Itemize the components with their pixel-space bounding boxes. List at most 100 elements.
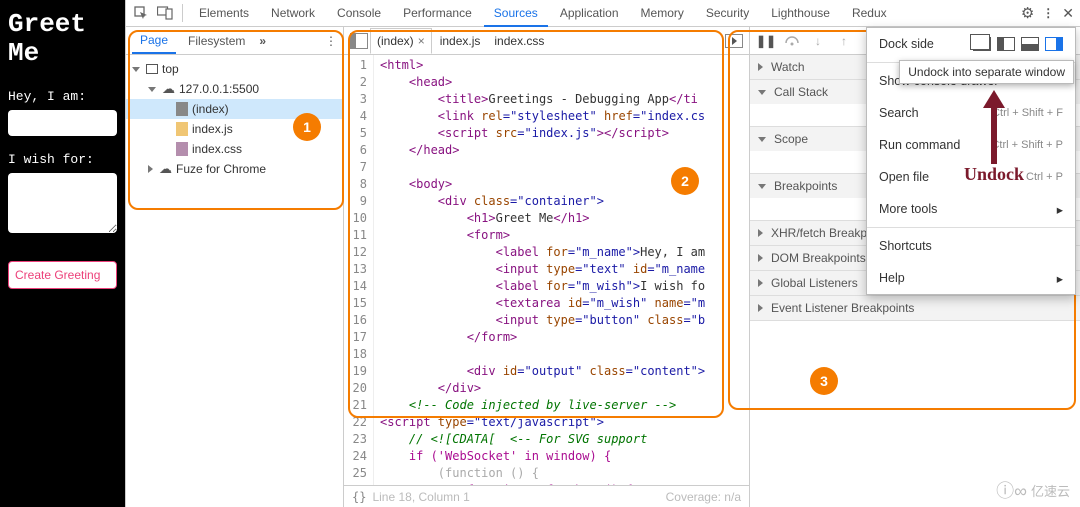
submenu-arrow-icon: ▸ bbox=[1057, 271, 1063, 286]
editor-tab-indexcss[interactable]: index.css bbox=[488, 29, 550, 53]
app-title: Greet Me bbox=[8, 10, 117, 67]
tab-sources[interactable]: Sources bbox=[484, 0, 548, 27]
tree-file-label: index.css bbox=[192, 142, 242, 156]
sources-navigator: Page Filesystem » ⋮ top ☁ 127.0.0.1:5500 bbox=[126, 27, 344, 507]
menu-label: Open file bbox=[879, 170, 929, 184]
tree-file-label: (index) bbox=[192, 102, 229, 116]
undock-annotation: Undock bbox=[964, 90, 1024, 185]
section-label: Watch bbox=[771, 60, 805, 74]
coverage-status: Coverage: n/a bbox=[666, 490, 741, 504]
toggle-navigator-icon[interactable] bbox=[350, 33, 368, 49]
step-over-icon[interactable] bbox=[784, 33, 800, 49]
dock-left-button[interactable] bbox=[997, 37, 1015, 51]
watermark-icon: ⓘ∞ bbox=[996, 477, 1027, 503]
cloud-icon: ☁ bbox=[162, 81, 175, 97]
navigator-subtabs: Page Filesystem » ⋮ bbox=[126, 27, 343, 55]
gutter: 1234567891011121314151617181920212223242… bbox=[344, 55, 374, 485]
editor-tab-indexjs[interactable]: index.js bbox=[434, 29, 487, 53]
create-greeting-button[interactable]: Create Greeting bbox=[8, 261, 117, 289]
tab-performance[interactable]: Performance bbox=[393, 0, 482, 26]
menu-shortcut: Ctrl + P bbox=[1026, 171, 1063, 183]
section-label: DOM Breakpoints bbox=[771, 251, 866, 265]
subtab-page[interactable]: Page bbox=[132, 27, 176, 54]
section-label: Call Stack bbox=[774, 85, 828, 99]
kebab-menu-icon[interactable]: ⋮ bbox=[1042, 6, 1054, 20]
dock-bottom-button[interactable] bbox=[1021, 37, 1039, 51]
menu-shortcuts[interactable]: Shortcuts bbox=[867, 230, 1075, 262]
tree-file-indexcss[interactable]: index.css bbox=[126, 139, 343, 159]
dock-side-row: Dock side bbox=[867, 28, 1075, 60]
watermark-text: 亿速云 bbox=[1031, 481, 1070, 500]
name-input[interactable] bbox=[8, 110, 117, 136]
wish-textarea[interactable] bbox=[8, 173, 117, 233]
devtools-tabstrip: Elements Network Console Performance Sou… bbox=[126, 0, 1080, 27]
label-wish: I wish for: bbox=[8, 152, 117, 167]
close-devtools-icon[interactable]: ✕ bbox=[1062, 5, 1074, 22]
tree-origin-label: 127.0.0.1:5500 bbox=[179, 82, 259, 96]
tab-application[interactable]: Application bbox=[550, 0, 629, 26]
tree-top-label: top bbox=[162, 62, 179, 76]
tab-lighthouse[interactable]: Lighthouse bbox=[761, 0, 840, 26]
cursor-position: Line 18, Column 1 bbox=[372, 490, 469, 504]
section-label: Event Listener Breakpoints bbox=[771, 301, 914, 315]
editor-statusbar: {} Line 18, Column 1 Coverage: n/a bbox=[344, 485, 749, 507]
inspect-element-icon[interactable] bbox=[130, 2, 152, 24]
tree-extension-label: Fuze for Chrome bbox=[176, 162, 266, 176]
submenu-arrow-icon: ▸ bbox=[1057, 202, 1063, 217]
dock-undock-button[interactable] bbox=[973, 37, 991, 51]
code-editor[interactable]: 1234567891011121314151617181920212223242… bbox=[344, 55, 749, 485]
annotation-badge-3: 3 bbox=[810, 367, 838, 395]
section-label: Scope bbox=[774, 132, 808, 146]
navigator-kebab-icon[interactable]: ⋮ bbox=[325, 34, 337, 48]
tree-extension[interactable]: ☁ Fuze for Chrome bbox=[126, 159, 343, 179]
step-out-icon[interactable]: ↑ bbox=[836, 33, 852, 49]
undock-annotation-text: Undock bbox=[964, 164, 1024, 185]
menu-label: More tools bbox=[879, 202, 937, 216]
menu-label: Help bbox=[879, 271, 905, 285]
tree-top-frame[interactable]: top bbox=[126, 59, 343, 79]
tab-elements[interactable]: Elements bbox=[189, 0, 259, 26]
close-tab-icon[interactable]: × bbox=[418, 34, 425, 48]
menu-label: Search bbox=[879, 106, 919, 120]
arrow-up-icon bbox=[983, 90, 1005, 108]
gear-icon[interactable]: ⚙ bbox=[1021, 4, 1034, 22]
section-label: Breakpoints bbox=[774, 179, 837, 193]
menu-more-tools[interactable]: More tools ▸ bbox=[867, 193, 1075, 225]
dock-right-button[interactable] bbox=[1045, 37, 1063, 51]
tab-security[interactable]: Security bbox=[696, 0, 759, 26]
more-subtabs-icon[interactable]: » bbox=[259, 34, 266, 48]
annotation-badge-2: 2 bbox=[671, 167, 699, 195]
file-tree: top ☁ 127.0.0.1:5500 (index) index.js bbox=[126, 55, 343, 507]
watermark: ⓘ∞ 亿速云 bbox=[996, 477, 1070, 503]
menu-label: Run command bbox=[879, 138, 960, 152]
editor-tab-label: index.css bbox=[494, 34, 544, 48]
subtab-filesystem[interactable]: Filesystem bbox=[180, 28, 253, 54]
editor-tab-index[interactable]: (index) × bbox=[370, 28, 432, 54]
editor-tabstrip: (index) × index.js index.css bbox=[344, 27, 749, 55]
pause-icon[interactable]: ❚❚ bbox=[758, 33, 774, 49]
undock-tooltip: Undock into separate window bbox=[899, 60, 1074, 84]
section-event-listener-breakpoints[interactable]: Event Listener Breakpoints bbox=[750, 296, 1080, 320]
tab-network[interactable]: Network bbox=[261, 0, 325, 26]
editor-tab-label: (index) bbox=[377, 34, 414, 48]
device-toolbar-icon[interactable] bbox=[154, 2, 176, 24]
tree-file-label: index.js bbox=[192, 122, 233, 136]
code-body: <html> <head> <title>Greetings - Debuggi… bbox=[374, 55, 749, 485]
annotation-badge-1: 1 bbox=[293, 113, 321, 141]
pretty-print-icon[interactable]: {} bbox=[352, 490, 366, 504]
menu-label: Shortcuts bbox=[879, 239, 932, 253]
editor-tab-label: index.js bbox=[440, 34, 481, 48]
tab-console[interactable]: Console bbox=[327, 0, 391, 26]
section-label: Global Listeners bbox=[771, 276, 858, 290]
cloud-icon: ☁ bbox=[159, 161, 172, 177]
tab-memory[interactable]: Memory bbox=[631, 0, 694, 26]
menu-help[interactable]: Help ▸ bbox=[867, 262, 1075, 294]
run-snippet-icon[interactable] bbox=[725, 34, 743, 48]
tab-redux[interactable]: Redux bbox=[842, 0, 897, 26]
label-name: Hey, I am: bbox=[8, 89, 117, 104]
sources-editor: (index) × index.js index.css 12345678910… bbox=[344, 27, 750, 507]
step-into-icon[interactable]: ↓ bbox=[810, 33, 826, 49]
devtools-panel: Elements Network Console Performance Sou… bbox=[125, 0, 1080, 507]
tree-origin[interactable]: ☁ 127.0.0.1:5500 bbox=[126, 79, 343, 99]
target-app-page: Greet Me Hey, I am: I wish for: Create G… bbox=[0, 0, 125, 507]
